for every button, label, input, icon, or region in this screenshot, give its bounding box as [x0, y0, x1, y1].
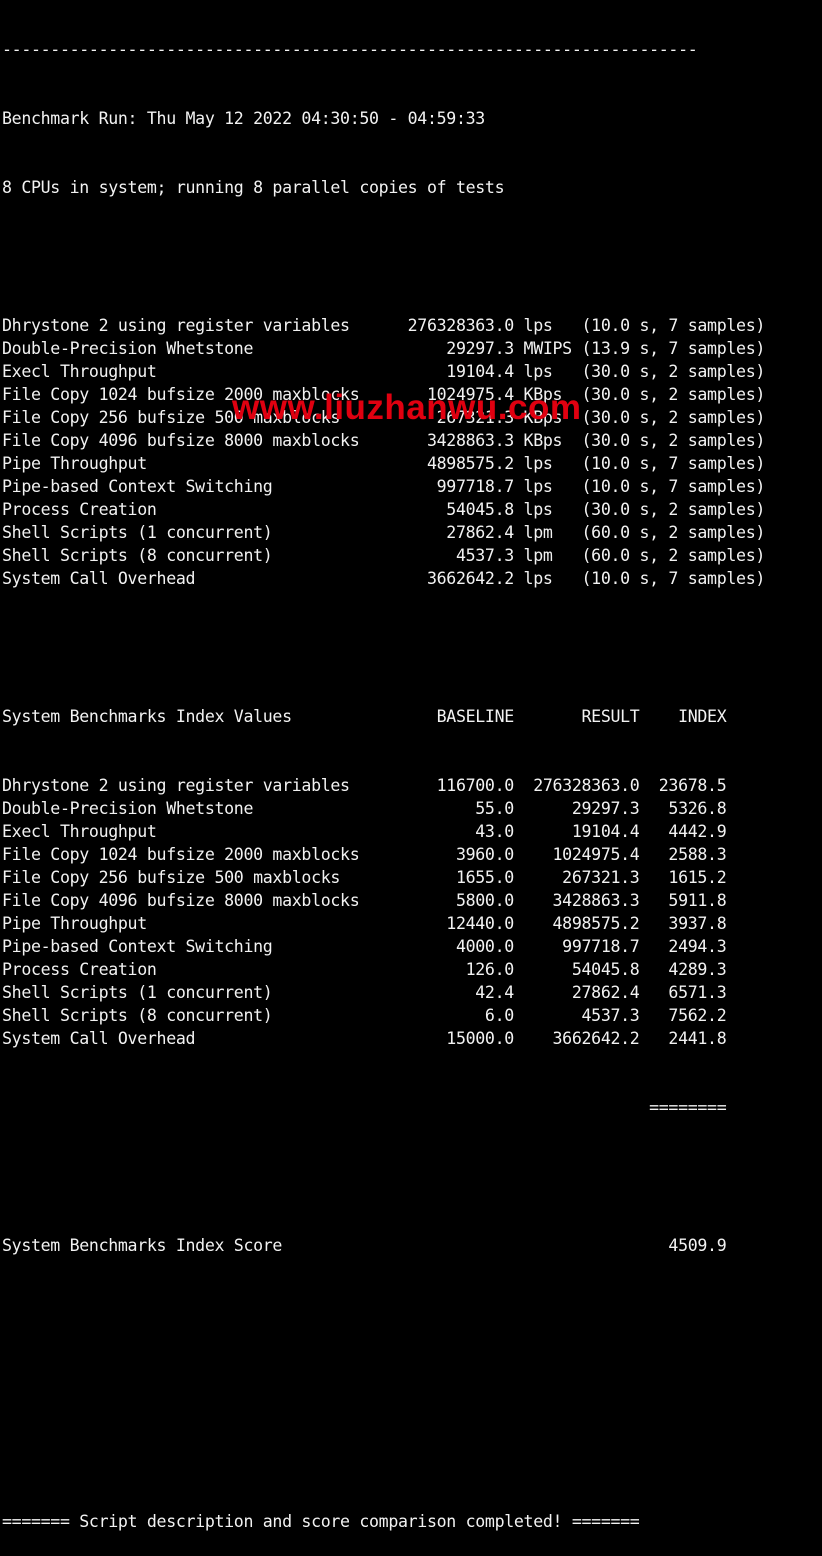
- index-row: Pipe Throughput 12440.0 4898575.2 3937.8: [2, 914, 727, 933]
- index-row: Shell Scripts (8 concurrent) 6.0 4537.3 …: [2, 1006, 727, 1025]
- watermark: www.liuzhanwu.com: [232, 388, 582, 427]
- result-row: Shell Scripts (1 concurrent) 27862.4 lpm…: [2, 523, 766, 542]
- index-row: Pipe-based Context Switching 4000.0 9977…: [2, 937, 727, 956]
- cpu-info-line: 8 CPUs in system; running 8 parallel cop…: [2, 178, 505, 197]
- result-row: Pipe-based Context Switching 997718.7 lp…: [2, 477, 766, 496]
- result-row: Double-Precision Whetstone 29297.3 MWIPS…: [2, 339, 766, 358]
- results-list: Dhrystone 2 using register variables 276…: [2, 314, 765, 590]
- result-row: File Copy 4096 bufsize 8000 maxblocks 34…: [2, 431, 766, 450]
- result-row: Execl Throughput 19104.4 lps (30.0 s, 2 …: [2, 362, 766, 381]
- index-table-rows: Dhrystone 2 using register variables 116…: [2, 774, 765, 1050]
- index-row: File Copy 256 bufsize 500 maxblocks 1655…: [2, 868, 727, 887]
- index-row: File Copy 1024 bufsize 2000 maxblocks 39…: [2, 845, 727, 864]
- index-row: Dhrystone 2 using register variables 116…: [2, 776, 727, 795]
- index-score-line: System Benchmarks Index Score 4509.9: [2, 1236, 727, 1255]
- index-table-header: System Benchmarks Index Values BASELINE …: [2, 707, 727, 726]
- result-row: Shell Scripts (8 concurrent) 4537.3 lpm …: [2, 546, 766, 565]
- result-row: Dhrystone 2 using register variables 276…: [2, 316, 766, 335]
- result-row: System Call Overhead 3662642.2 lps (10.0…: [2, 569, 766, 588]
- footer-line: ======= Script description and score com…: [2, 1512, 640, 1531]
- index-row: Execl Throughput 43.0 19104.4 4442.9: [2, 822, 727, 841]
- benchmark-run-line: Benchmark Run: Thu May 12 2022 04:30:50 …: [2, 109, 485, 128]
- score-separator: ========: [2, 1098, 727, 1117]
- separator-top: ----------------------------------------…: [2, 40, 698, 59]
- index-row: System Call Overhead 15000.0 3662642.2 2…: [2, 1029, 727, 1048]
- index-row: Shell Scripts (1 concurrent) 42.4 27862.…: [2, 983, 727, 1002]
- index-row: File Copy 4096 bufsize 8000 maxblocks 58…: [2, 891, 727, 910]
- index-row: Process Creation 126.0 54045.8 4289.3: [2, 960, 727, 979]
- result-row: Process Creation 54045.8 lps (30.0 s, 2 …: [2, 500, 766, 519]
- result-row: Pipe Throughput 4898575.2 lps (10.0 s, 7…: [2, 454, 766, 473]
- terminal-output: ----------------------------------------…: [2, 0, 765, 1556]
